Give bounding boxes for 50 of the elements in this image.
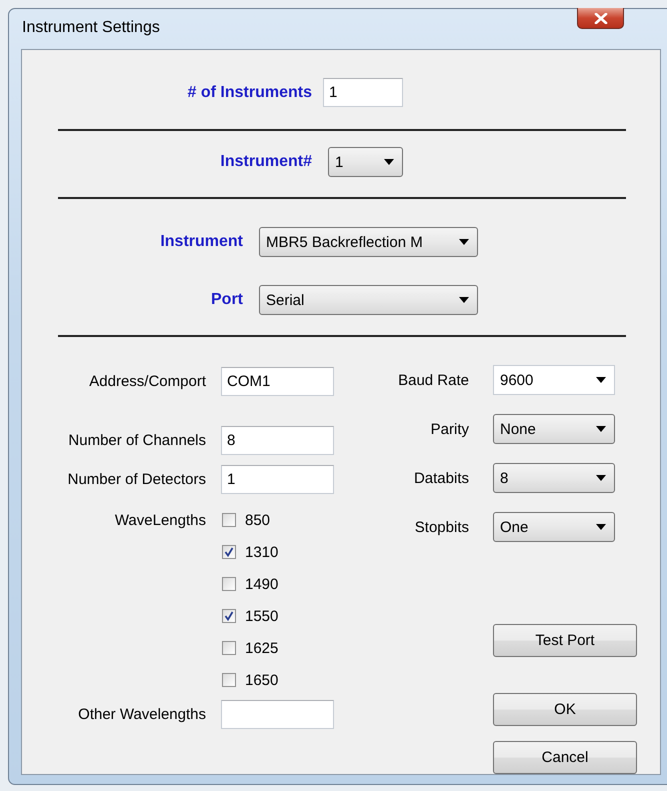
dropdown[interactable]: 8 [493,463,615,493]
close-icon [594,12,608,24]
input-field[interactable] [221,700,334,729]
caret-icon [596,426,606,432]
window-title: Instrument Settings [22,19,160,37]
checkbox[interactable] [222,577,236,591]
dropdown[interactable]: 1 [328,147,403,177]
caret-icon [596,377,606,383]
caret-icon [384,159,394,165]
field-label: # of Instruments [186,84,312,102]
input-field[interactable]: 1 [221,465,334,494]
dropdown[interactable]: 9600 [493,365,615,395]
caret-icon [596,524,606,530]
field-label: Number of Channels [67,432,206,449]
dropdown[interactable]: Serial [259,285,478,315]
checkbox-label: 1650 [245,672,278,688]
field-label: Databits [412,470,469,486]
checkbox[interactable] [222,641,236,655]
field-label: Instrument [159,233,243,251]
dialog-button[interactable]: Cancel [493,741,637,774]
field-label: Port [210,291,243,309]
dropdown[interactable]: None [493,414,615,444]
field-label: Address/Comport [88,373,206,390]
checkbox-label: 850 [245,512,270,528]
field-label: Other Wavelengths [77,706,206,723]
input-field[interactable]: COM1 [221,367,334,396]
dialog-button[interactable]: Test Port [493,624,637,657]
field-label: Baud Rate [397,372,469,388]
checkbox-label: 1625 [245,640,278,656]
close-button[interactable] [577,8,624,29]
checkbox[interactable] [222,513,236,527]
field-label: Stopbits [414,518,469,536]
field-label: Number of Detectors [66,471,206,488]
checkbox[interactable] [222,545,236,559]
caret-icon [596,475,606,481]
input-field[interactable]: 8 [221,426,334,455]
checkbox[interactable] [222,673,236,687]
checkbox-label: 1550 [245,608,278,624]
checkbox-label: 1310 [245,544,278,560]
input-field[interactable]: 1 [323,78,403,107]
checkbox-label: 1490 [245,576,278,592]
caret-icon [459,239,469,245]
dialog-button[interactable]: OK [493,693,637,726]
caret-icon [459,297,469,303]
field-label: Parity [430,420,469,438]
field-label: WaveLengths [114,512,206,531]
dropdown[interactable]: MBR5 Backreflection M [259,227,478,257]
field-label: Instrument# [219,153,312,171]
dropdown[interactable]: One [493,512,615,542]
checkbox[interactable] [222,609,236,623]
